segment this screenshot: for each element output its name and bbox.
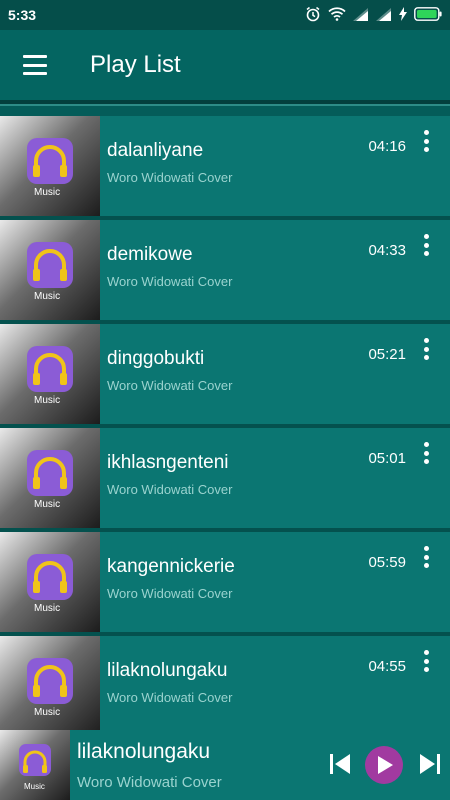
thumb-label: Music [34, 291, 61, 302]
track-title: dalanliyane [107, 140, 204, 161]
skip-previous-icon[interactable] [327, 751, 353, 777]
more-options-icon[interactable] [414, 440, 438, 466]
track-title: kangennickerie [107, 556, 235, 577]
now-playing-title: lilaknolungaku [77, 740, 211, 763]
music-app-icon [0, 220, 100, 320]
status-icons [305, 6, 442, 22]
thumb-label: Music [34, 499, 61, 510]
track-duration: 04:55 [368, 658, 406, 675]
alarm-icon [305, 6, 321, 22]
track-item[interactable]: Music lilaknolungaku Woro Widowati Cover… [0, 636, 450, 730]
track-title: ikhlasngenteni [107, 452, 229, 473]
album-thumbnail: Music [0, 116, 100, 216]
battery-icon [414, 7, 442, 21]
track-artist: Woro Widowati Cover [107, 170, 233, 185]
track-duration: 05:01 [368, 450, 406, 467]
track-item[interactable]: Music demikowe Woro Widowati Cover 04:33 [0, 220, 450, 324]
more-options-icon[interactable] [414, 128, 438, 154]
track-duration: 05:59 [368, 554, 406, 571]
track-item[interactable]: Music kangennickerie Woro Widowati Cover… [0, 532, 450, 636]
more-options-icon[interactable] [414, 232, 438, 258]
thumb-label: Music [24, 782, 45, 791]
track-artist: Woro Widowati Cover [107, 586, 233, 601]
music-app-icon [0, 116, 100, 216]
album-thumbnail: Music [0, 324, 100, 424]
music-app-icon [0, 428, 100, 528]
play-icon[interactable] [365, 746, 403, 784]
album-thumbnail: Music [0, 636, 100, 730]
now-playing-thumbnail: Music [0, 730, 70, 800]
album-thumbnail: Music [0, 532, 100, 632]
signal-icon [376, 7, 392, 21]
more-options-icon[interactable] [414, 648, 438, 674]
track-artist: Woro Widowati Cover [107, 690, 233, 705]
wifi-icon [328, 7, 346, 21]
track-item[interactable]: Music dinggobukti Woro Widowati Cover 05… [0, 324, 450, 428]
track-duration: 04:16 [368, 138, 406, 155]
thumb-label: Music [34, 187, 61, 198]
track-artist: Woro Widowati Cover [107, 274, 233, 289]
music-app-icon [0, 324, 100, 424]
signal-icon [353, 7, 369, 21]
track-title: lilaknolungaku [107, 660, 228, 681]
now-playing-artist: Woro Widowati Cover [77, 774, 222, 791]
thumb-label: Music [34, 395, 61, 406]
playlist: Music dalanliyane Woro Widowati Cover 04… [0, 112, 450, 730]
track-duration: 05:21 [368, 346, 406, 363]
hamburger-menu-icon[interactable] [18, 52, 52, 78]
status-bar: 5:33 [0, 0, 450, 30]
more-options-icon[interactable] [414, 544, 438, 570]
track-title: dinggobukti [107, 348, 205, 369]
charging-icon [399, 7, 407, 21]
music-app-icon [0, 532, 100, 632]
track-title: demikowe [107, 244, 193, 265]
album-thumbnail: Music [0, 220, 100, 320]
track-item[interactable]: Music dalanliyane Woro Widowati Cover 04… [0, 116, 450, 220]
page-title: Play List [90, 51, 181, 78]
track-duration: 04:33 [368, 242, 406, 259]
thumb-label: Music [34, 707, 61, 718]
now-playing-bar[interactable]: Music lilaknolungaku Woro Widowati Cover [0, 730, 450, 800]
skip-next-icon[interactable] [417, 751, 443, 777]
more-options-icon[interactable] [414, 336, 438, 362]
app-bar: Play List [0, 30, 450, 100]
status-time: 5:33 [8, 7, 37, 23]
list-divider [0, 100, 450, 106]
track-artist: Woro Widowati Cover [107, 378, 233, 393]
track-item[interactable]: Music ikhlasngenteni Woro Widowati Cover… [0, 428, 450, 532]
album-thumbnail: Music [0, 428, 100, 528]
thumb-label: Music [34, 603, 61, 614]
track-artist: Woro Widowati Cover [107, 482, 233, 497]
